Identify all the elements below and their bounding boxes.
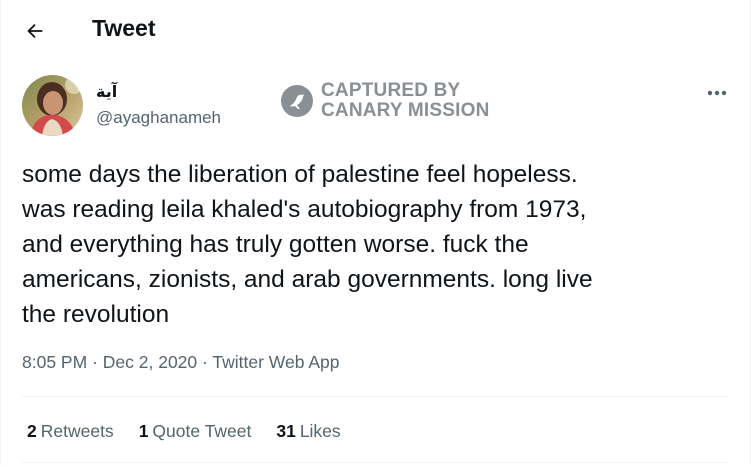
page-title: Tweet [92,15,156,41]
quote-tweets-stat[interactable]: 1 Quote Tweet [139,421,252,442]
author-display-name[interactable]: آية [96,82,117,102]
watermark-line-1: CAPTURED BY [321,80,461,101]
likes-label: Likes [299,421,341,441]
canary-logo-icon [281,85,313,117]
quote-tweets-label: Quote Tweet [152,421,252,441]
more-dots-icon [707,90,727,96]
tweet-text: some days the liberation of palestine fe… [22,161,593,328]
tweet-date[interactable]: Dec 2, 2020 [103,352,197,372]
back-arrow-icon [27,23,43,39]
tweet-metadata: 8:05 PM · Dec 2, 2020 · Twitter Web App [22,352,340,373]
meta-separator: · [202,352,208,372]
captured-by-watermark: CAPTURED BY CANARY MISSION [281,81,490,121]
tweet-source[interactable]: Twitter Web App [212,352,339,372]
divider [22,462,728,463]
frame-border-left [0,0,1,465]
watermark-line-2: CANARY MISSION [321,100,490,121]
tweet-time[interactable]: 8:05 PM [22,352,87,372]
page-header: Tweet [0,0,751,58]
more-options-button[interactable] [703,81,731,105]
retweets-label: Retweets [40,421,114,441]
retweets-count: 2 [27,421,37,441]
author-handle[interactable]: @ayaghanameh [96,108,221,128]
back-button[interactable] [18,14,52,48]
tweet-stats: 2 Retweets 1 Quote Tweet 31 Likes [27,421,366,442]
retweets-stat[interactable]: 2 Retweets [27,421,114,442]
divider [22,396,728,397]
likes-stat[interactable]: 31 Likes [276,421,340,442]
likes-count: 31 [276,421,296,441]
meta-separator: · [92,352,98,372]
quote-tweets-count: 1 [138,421,149,441]
avatar[interactable] [22,75,83,136]
